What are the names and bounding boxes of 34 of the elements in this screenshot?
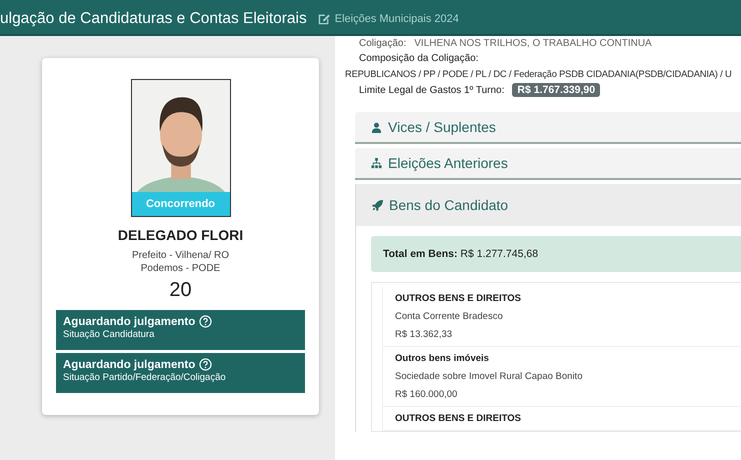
accordion-header[interactable]: Bens do Candidato xyxy=(355,184,741,226)
candidate-party: Podemos - PODE xyxy=(140,262,220,275)
status-badge: Concorrendo xyxy=(132,192,230,216)
accordion-header[interactable]: Vices / Suplentes xyxy=(355,112,741,142)
asset-type: Outros bens imóveis xyxy=(395,353,489,364)
asset-type: OUTROS BENS E DIREITOS xyxy=(395,413,521,424)
asset-value: R$ 13.362,33 xyxy=(395,329,452,340)
asset-value: R$ 160.000,00 xyxy=(395,389,458,400)
composition-label: Composição da Coligação: xyxy=(359,52,479,64)
election-link[interactable]: Eleições Municipais 2024 xyxy=(316,12,459,26)
page-title: ulgação de Candidaturas e Contas Eleitorais xyxy=(0,10,307,28)
help-icon[interactable] xyxy=(199,315,212,328)
candidate-office: Prefeito - Vilhena/ RO xyxy=(132,249,230,262)
situation-status: Aguardando julgamento xyxy=(63,316,196,328)
coalition-composition: REPUBLICANOS / PP / PODE / PL / DC / Federação PSDB CIDADANIA(PSDB/CIDADANIA) / U xyxy=(345,67,733,81)
candidate-number: 20 xyxy=(169,279,192,302)
situation-label: Situação Partido/Federação/Coligação xyxy=(63,372,226,383)
situation-status: Aguardando julgamento xyxy=(63,358,196,370)
accordion-header[interactable]: Eleições Anteriores xyxy=(355,148,741,178)
total-assets-text: Total em Bens: R$ 1.277.745,68 xyxy=(383,248,538,260)
hierarchy-icon xyxy=(371,158,382,168)
spending-limit-badge: R$ 1.767.339,90 xyxy=(512,83,600,97)
coalition-name: VILHENA NOS TRILHOS, O TRABALHO CONTINUA xyxy=(414,38,652,48)
situation-label: Situação Candidatura xyxy=(63,329,154,340)
help-icon[interactable] xyxy=(199,358,212,371)
person-icon xyxy=(371,122,382,132)
asset-description: Conta Corrente Bradesco xyxy=(395,311,503,322)
edit-icon xyxy=(316,12,331,26)
candidate-name: DELEGADO FLORI xyxy=(118,227,244,243)
coalition-label: Coligação: xyxy=(359,38,406,48)
spending-limit-label: Limite Legal de Gastos 1º Turno: xyxy=(359,84,504,96)
asset-type: OUTROS BENS E DIREITOS xyxy=(395,293,521,304)
rocket-icon xyxy=(372,200,383,210)
asset-description: Sociedade sobre Imovel Rural Capao Bonito xyxy=(395,371,582,382)
